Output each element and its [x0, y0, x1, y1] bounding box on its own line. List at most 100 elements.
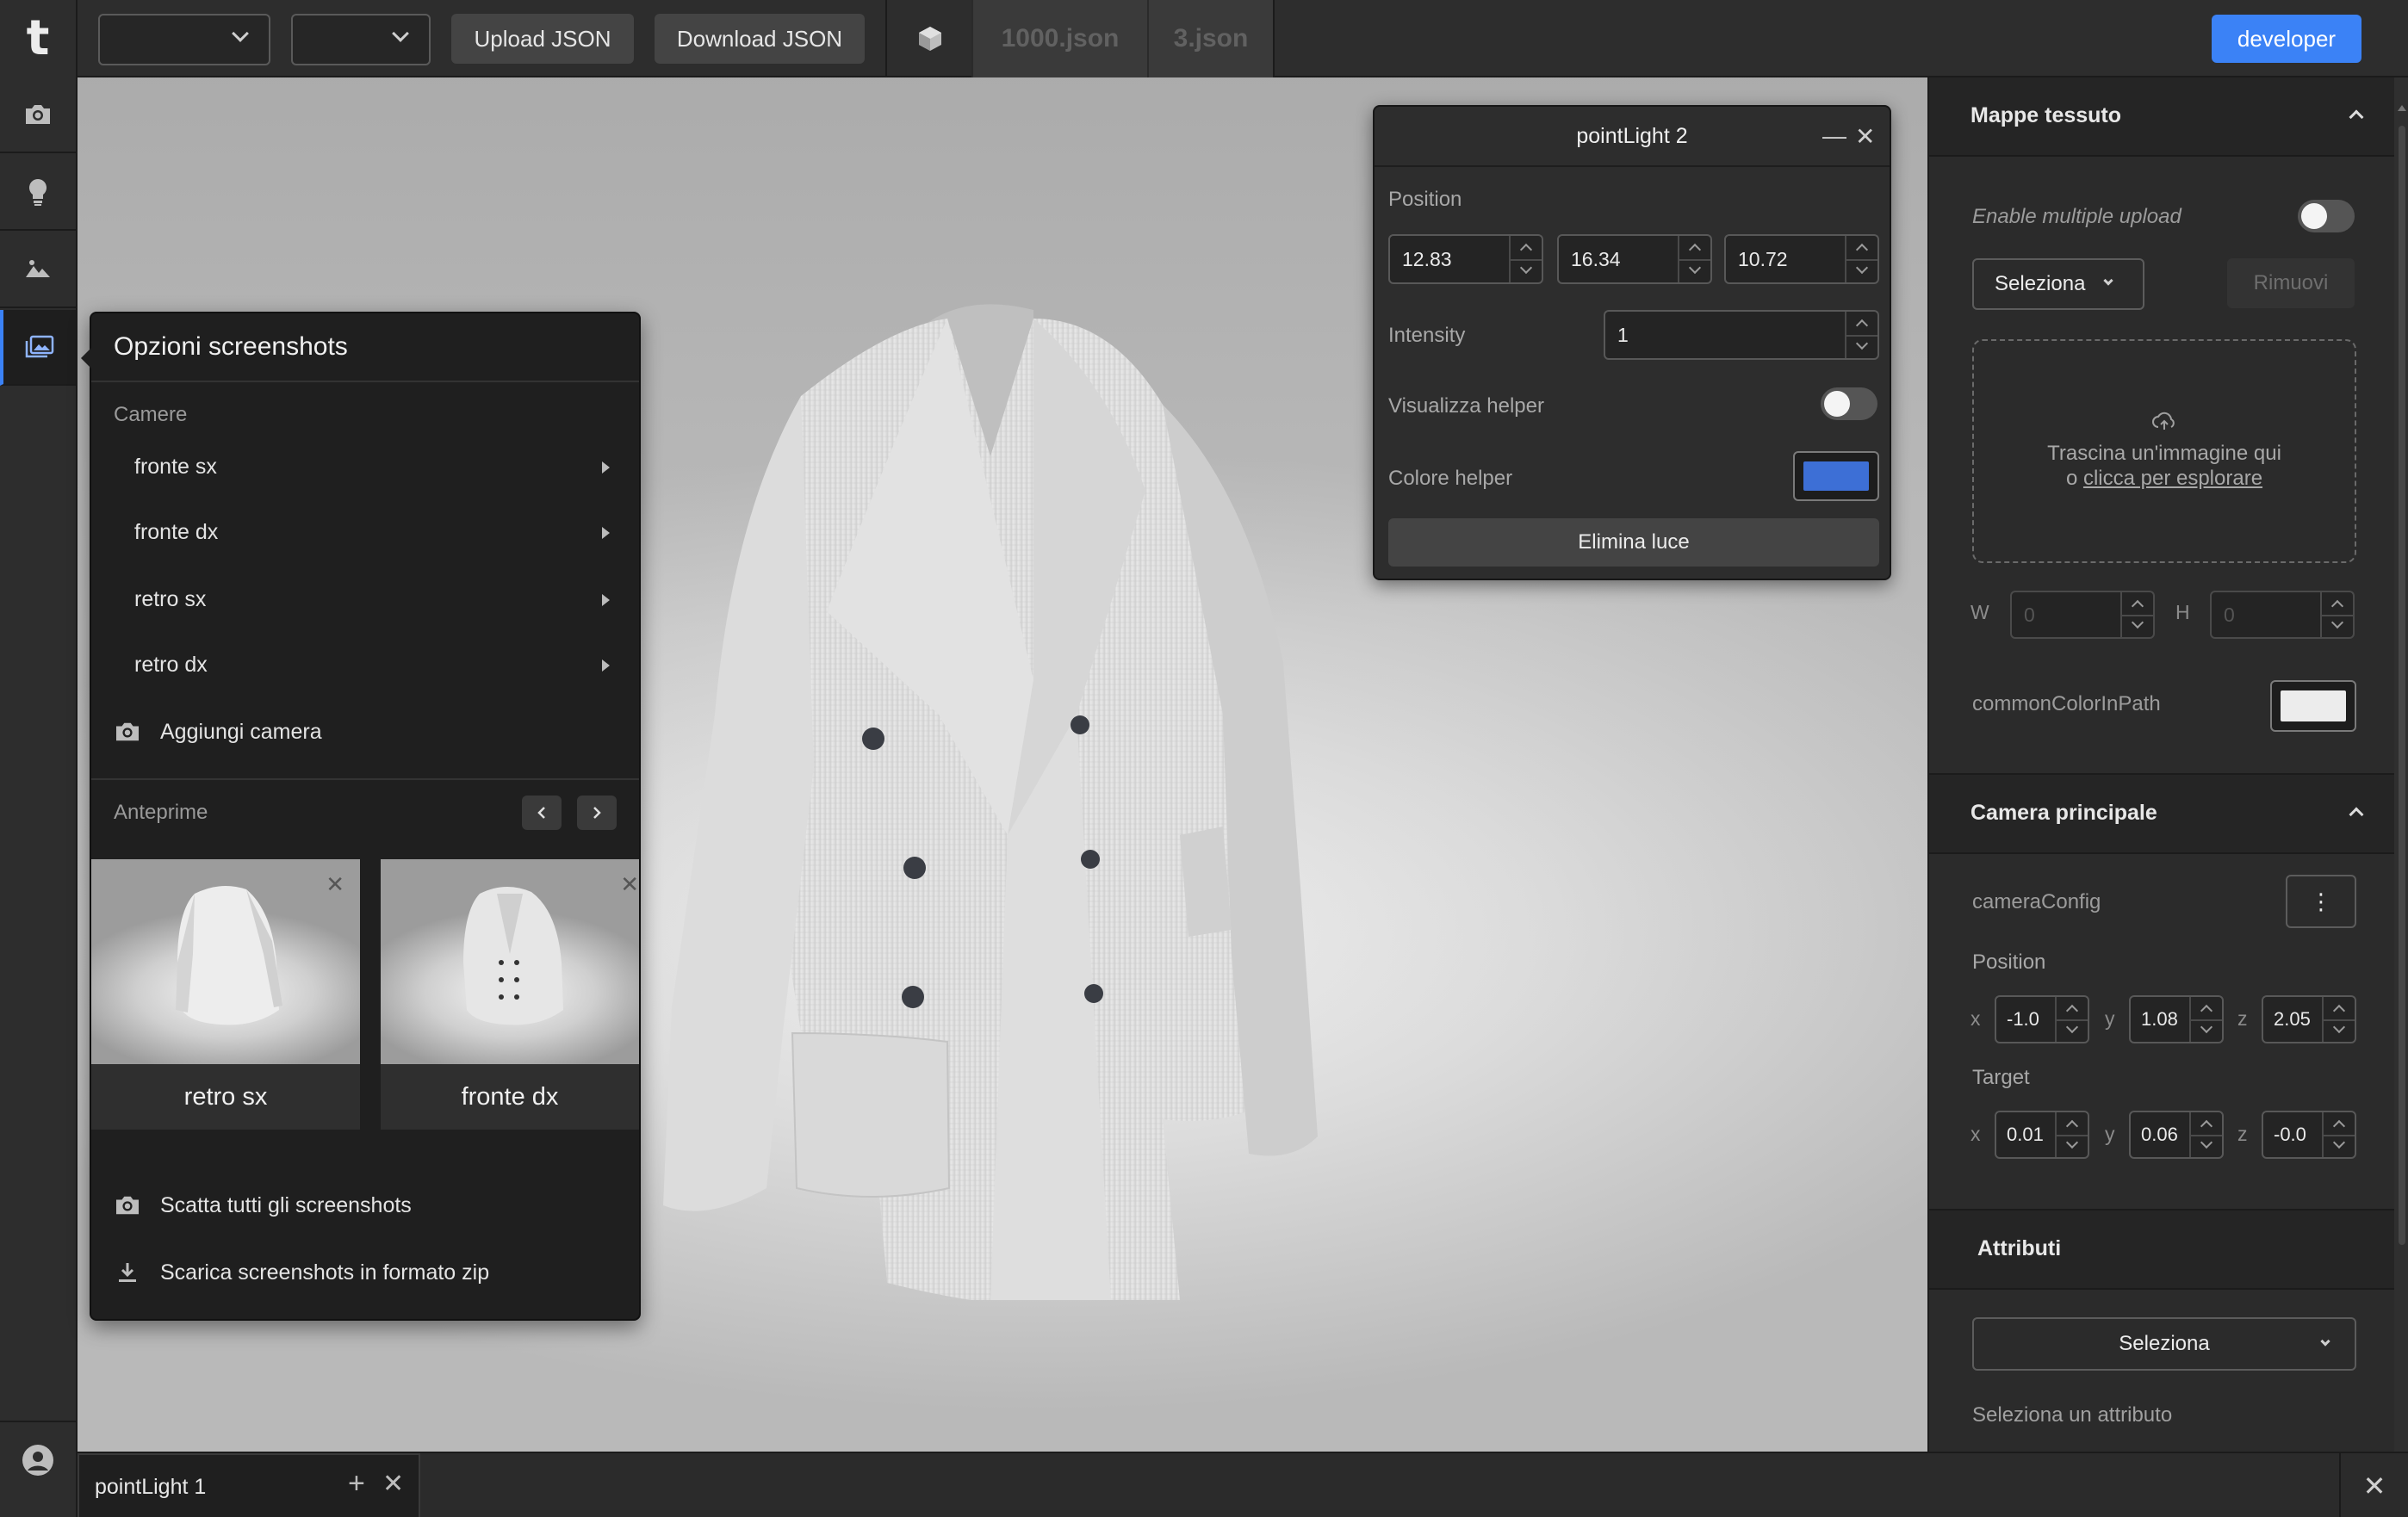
download-zip-button[interactable]: Scarica screenshots in formato zip [114, 1247, 489, 1298]
user-avatar[interactable] [0, 1421, 76, 1498]
camera-item[interactable]: retro sx [134, 573, 625, 625]
camera-config-menu-button[interactable]: ⋮ [2286, 875, 2356, 928]
remove-map-button[interactable]: Rimuovi [2227, 258, 2355, 308]
camera-position-x[interactable]: -1.0 [1995, 995, 2089, 1043]
camera-item-label: retro dx [134, 652, 208, 677]
lightbulb-icon [29, 179, 47, 206]
developer-button[interactable]: developer [2212, 15, 2361, 63]
preview-image [91, 859, 360, 1064]
height-value: 0 [2224, 603, 2235, 626]
pointlight-tab[interactable]: pointLight 1 + ✕ [78, 1453, 420, 1517]
minimize-icon[interactable]: — [1822, 122, 1846, 150]
intensity-label: Intensity [1388, 324, 1466, 347]
variant-dropdown[interactable] [291, 14, 431, 65]
camera-item-label: fronte sx [134, 454, 217, 479]
position-y-input[interactable]: 16.34 [1557, 234, 1712, 284]
delete-light-button[interactable]: Elimina luce [1388, 518, 1879, 567]
camera-section-header[interactable]: Camera principale [1929, 775, 2394, 854]
camera-position-y[interactable]: 1.08 [2129, 995, 2224, 1043]
remove-preview-icon[interactable]: ✕ [620, 871, 639, 898]
landscape-icon [26, 260, 50, 277]
properties-panel: Mappe tessuto Enable multiple upload Sel… [1927, 77, 2408, 1452]
model-dropdown[interactable] [98, 14, 270, 65]
position-z-input[interactable]: 10.72 [1724, 234, 1879, 284]
camera-target-label: Target [1972, 1066, 2030, 1089]
intensity-input[interactable]: 1 [1604, 310, 1879, 360]
take-all-label: Scatta tutti gli screenshots [160, 1192, 412, 1217]
download-icon [119, 1263, 136, 1282]
screenshot-options-panel: Opzioni screenshots Camere fronte sx fro… [81, 312, 641, 1321]
upload-json-button[interactable]: Upload JSON [451, 14, 634, 64]
scrollbar[interactable] [2394, 77, 2408, 1452]
add-camera-label: Aggiungi camera [160, 719, 322, 744]
chevron-down-icon [2320, 1336, 2330, 1347]
take-all-screenshots-button[interactable]: Scatta tutti gli screenshots [114, 1180, 412, 1231]
helper-color-picker[interactable] [1793, 451, 1879, 501]
caret-right-icon [602, 594, 610, 606]
axis-z-label: z [2237, 1007, 2248, 1030]
app-logo[interactable]: t [0, 0, 78, 77]
camera-icon [116, 1196, 139, 1215]
close-icon[interactable]: ✕ [1855, 122, 1875, 151]
maps-section-header[interactable]: Mappe tessuto [1929, 77, 2394, 157]
preview-card[interactable]: fronte dx ✕ [381, 859, 639, 1130]
chevron-down-icon [392, 25, 409, 42]
left-rail [0, 77, 78, 1517]
camera-target-z[interactable]: -0.0 [2262, 1111, 2356, 1159]
scroll-up-icon[interactable] [2398, 105, 2406, 111]
helper-toggle[interactable] [1821, 387, 1877, 420]
common-color-picker[interactable] [2270, 680, 2356, 732]
camera-position-z[interactable]: 2.05 [2262, 995, 2356, 1043]
position-z-value: 10.72 [1738, 247, 1788, 270]
camera-target-y[interactable]: 0.06 [2129, 1111, 2224, 1159]
scrollbar-thumb[interactable] [2399, 126, 2405, 1245]
camera-section-title: Camera principale [1970, 801, 2157, 825]
plus-icon[interactable]: + [348, 1467, 365, 1501]
preview-caption: retro sx [183, 1082, 268, 1111]
camera-target-x[interactable]: 0.01 [1995, 1111, 2089, 1159]
browse-link[interactable]: clicca per esplorare [2083, 467, 2262, 490]
next-preview-button[interactable] [577, 796, 617, 830]
close-bottom-panel-icon[interactable]: ✕ [2339, 1453, 2408, 1517]
cube-icon[interactable] [889, 0, 971, 77]
width-input[interactable]: 0 [2010, 591, 2155, 639]
chevron-down-icon [2103, 276, 2113, 286]
rail-environment[interactable] [0, 232, 76, 308]
rail-lights[interactable] [0, 155, 76, 231]
panel-pointer [81, 348, 91, 368]
axis-z-label: z [2237, 1123, 2248, 1145]
preview-card[interactable]: retro sx ✕ [91, 859, 360, 1130]
file-tab-3[interactable]: 3.json [1147, 0, 1273, 77]
attributes-section-title: Attributi [1977, 1236, 2062, 1260]
dropzone-text: Trascina un'immagine qui [2047, 442, 2281, 466]
axis-x-label: x [1970, 1007, 1981, 1030]
image-dropzone[interactable]: Trascina un'immagine qui o clicca per es… [1972, 339, 2356, 563]
remove-preview-icon[interactable]: ✕ [326, 871, 344, 898]
panel-title: Opzioni screenshots [114, 332, 348, 361]
map-select-dropdown[interactable]: Seleziona [1972, 258, 2144, 310]
file-tab-1000[interactable]: 1000.json [971, 0, 1147, 77]
camera-icon [26, 105, 50, 124]
jacket-model [663, 304, 1318, 1300]
attribute-select-dropdown[interactable]: Seleziona [1972, 1317, 2356, 1371]
position-x-input[interactable]: 12.83 [1388, 234, 1543, 284]
toggle-knob [2301, 203, 2327, 229]
download-json-button[interactable]: Download JSON [655, 14, 865, 64]
multi-upload-toggle[interactable] [2298, 200, 2355, 232]
previous-preview-button[interactable] [522, 796, 562, 830]
camera-item[interactable]: retro dx [134, 639, 625, 690]
camera-item[interactable]: fronte sx [134, 441, 625, 492]
chevron-up-icon [2349, 109, 2364, 125]
add-camera-button[interactable]: Aggiungi camera [114, 706, 322, 758]
camera-item[interactable]: fronte dx [134, 506, 625, 558]
close-icon[interactable]: ✕ [382, 1469, 404, 1499]
height-input[interactable]: 0 [2210, 591, 2355, 639]
cameras-section-label: Camere [114, 403, 188, 426]
camera-target-x-value: 0.01 [2007, 1124, 2044, 1145]
attributes-section-header[interactable]: Attributi [1929, 1211, 2394, 1290]
rail-screenshots[interactable] [0, 310, 76, 386]
pointlight-header[interactable]: pointLight 2 [1375, 107, 1890, 167]
width-value: 0 [2024, 603, 2035, 626]
rail-camera[interactable] [0, 77, 76, 153]
height-label: H [2175, 601, 2190, 623]
